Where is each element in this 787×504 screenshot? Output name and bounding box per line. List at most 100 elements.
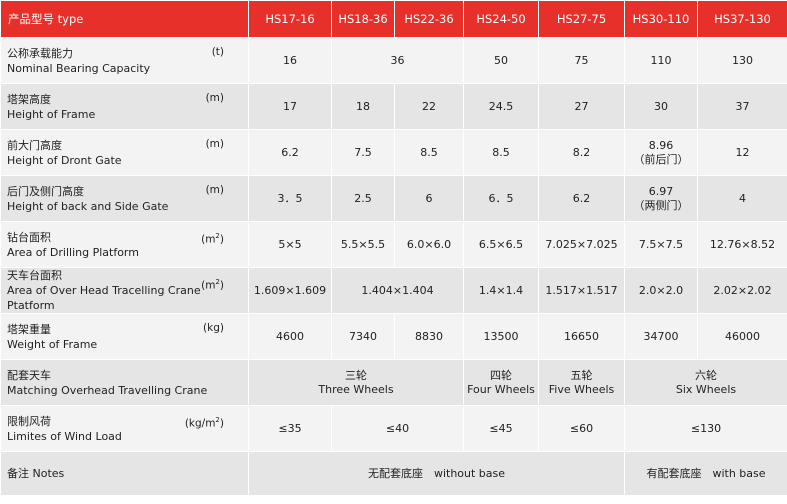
cell-value-with-note: 8.96 （前后门） (624, 129, 698, 176)
cell-value: 30 (624, 83, 698, 130)
cell-value: 17 (248, 83, 332, 130)
unit: (t) (211, 46, 224, 58)
cell-value: 5.5×5.5 (331, 221, 395, 268)
model-hs18-36: HS18-36 (331, 0, 395, 38)
cell-value: ≤60 (538, 405, 625, 452)
cell-value: 1.517×1.517 (538, 267, 625, 314)
model-hs30-110: HS30-110 (624, 0, 698, 38)
cell-value: 16650 (538, 313, 625, 360)
label-en: Height of back and Side Gate (7, 199, 169, 213)
cell-value: ≤45 (463, 405, 539, 452)
unit: (kg/m2) (184, 416, 224, 430)
cell-value: 24.5 (463, 83, 539, 130)
cell-value: 75 (538, 37, 625, 84)
cell-value: 五轮 Five Wheels (538, 359, 625, 406)
row-label: 塔架高度 Height of Frame (m) (0, 83, 249, 130)
cell-value: 6.5×6.5 (463, 221, 539, 268)
unit: (kg) (203, 322, 224, 334)
cell-value: 12 (697, 129, 787, 176)
model-hs27-75: HS27-75 (538, 0, 625, 38)
cell-value: 8.96 (648, 138, 674, 152)
label-zh: 配套天车 (7, 368, 51, 382)
cell-value: 50 (463, 37, 539, 84)
cell-value: 6.97 (648, 184, 674, 198)
label-en: Nominal Bearing Capacity (7, 61, 151, 75)
cell-value: 46000 (697, 313, 787, 360)
model-hs24-50: HS24-50 (463, 0, 539, 38)
cell-value: 1.609×1.609 (248, 267, 332, 314)
cell-value: 7340 (331, 313, 395, 360)
cell-value: 8830 (394, 313, 464, 360)
cell-with-base: 有配套底座 with base (624, 451, 787, 496)
row-label: 后门及侧门高度 Height of back and Side Gate (m) (0, 175, 249, 222)
cell-value: 四轮 Four Wheels (463, 359, 539, 406)
cell-value: 三轮 Three Wheels (248, 359, 464, 406)
cell-value-with-note: 6.97 （两侧门） (624, 175, 698, 222)
row-label: 备注 Notes (0, 451, 249, 496)
cell-value: 37 (697, 83, 787, 130)
cell-value: 12.76×8.52 (697, 221, 787, 268)
label-en: Matching Overhead Travelling Crane (7, 383, 208, 397)
unit: (m2) (201, 232, 224, 246)
spec-table: 产品型号 type HS17-16 HS18-36 HS22-36 HS24-5… (0, 0, 787, 496)
cell-note: （前后门） (633, 152, 689, 166)
cell-value: 130 (697, 37, 787, 84)
cell-value: 6.0×6.0 (394, 221, 464, 268)
label-en: Height of Frame (7, 107, 96, 121)
cell-value: 7.5×7.5 (624, 221, 698, 268)
row-weight: 塔架重量 Weight of Frame (kg) 4600 7340 8830… (0, 313, 787, 360)
model-hs22-36: HS22-36 (394, 0, 464, 38)
row-capacity: 公称承载能力 Nominal Bearing Capacity (t) 16 3… (0, 37, 787, 84)
cell-value: 5×5 (248, 221, 332, 268)
cell-value: 6．5 (463, 175, 539, 222)
label-en: Height of Dront Gate (7, 153, 122, 167)
cell-value: 1.404×1.404 (331, 267, 464, 314)
row-label: 钻台面积 Area of Drilling Platform (m2) (0, 221, 249, 268)
cell-value: 3．5 (248, 175, 332, 222)
unit: (m) (205, 138, 224, 150)
cell-value: 6.2 (248, 129, 332, 176)
cell-value: 110 (624, 37, 698, 84)
row-wind-load: 限制风荷 Limites of Wind Load (kg/m2) ≤35 ≤4… (0, 405, 787, 452)
row-label: 天车台面积 Area of Over Head Tracelling Crane… (0, 267, 249, 314)
row-label: 塔架重量 Weight of Frame (kg) (0, 313, 249, 360)
label-en: Weight of Frame (7, 337, 98, 351)
row-front-gate: 前大门高度 Height of Dront Gate (m) 6.2 7.5 8… (0, 129, 787, 176)
cell-value: 8.5 (394, 129, 464, 176)
row-label: 配套天车 Matching Overhead Travelling Crane (0, 359, 249, 406)
cell-value: 2.02×2.02 (697, 267, 787, 314)
cell-value: 16 (248, 37, 332, 84)
cell-value: 13500 (463, 313, 539, 360)
cell-value: 6.2 (538, 175, 625, 222)
header-row: 产品型号 type HS17-16 HS18-36 HS22-36 HS24-5… (0, 0, 787, 38)
cell-value: 27 (538, 83, 625, 130)
model-hs37-130: HS37-130 (697, 0, 787, 38)
cell-value: 6 (394, 175, 464, 222)
row-drilling-platform: 钻台面积 Area of Drilling Platform (m2) 5×5 … (0, 221, 787, 268)
cell-note: （两侧门） (633, 198, 689, 212)
row-label: 公称承载能力 Nominal Bearing Capacity (t) (0, 37, 249, 84)
header-type-label: 产品型号 type (0, 0, 249, 38)
unit: (m) (205, 184, 224, 196)
row-back-gate: 后门及侧门高度 Height of back and Side Gate (m)… (0, 175, 787, 222)
row-label: 限制风荷 Limites of Wind Load (kg/m2) (0, 405, 249, 452)
row-crane: 配套天车 Matching Overhead Travelling Crane … (0, 359, 787, 406)
row-label: 前大门高度 Height of Dront Gate (m) (0, 129, 249, 176)
cell-value: 1.4×1.4 (463, 267, 539, 314)
row-height: 塔架高度 Height of Frame (m) 17 18 22 24.5 2… (0, 83, 787, 130)
cell-value: 2.5 (331, 175, 395, 222)
cell-value: 36 (331, 37, 464, 84)
cell-value: 4600 (248, 313, 332, 360)
cell-value: 7.025×7.025 (538, 221, 625, 268)
cell-value: ≤130 (624, 405, 787, 452)
cell-value: 18 (331, 83, 395, 130)
unit: (m2) (201, 278, 224, 292)
row-crane-platform: 天车台面积 Area of Over Head Tracelling Crane… (0, 267, 787, 314)
cell-value: 2.0×2.0 (624, 267, 698, 314)
cell-value: 8.2 (538, 129, 625, 176)
cell-value: ≤40 (331, 405, 464, 452)
cell-value: 4 (697, 175, 787, 222)
cell-value: ≤35 (248, 405, 332, 452)
cell-value: 22 (394, 83, 464, 130)
unit: (m) (205, 92, 224, 104)
